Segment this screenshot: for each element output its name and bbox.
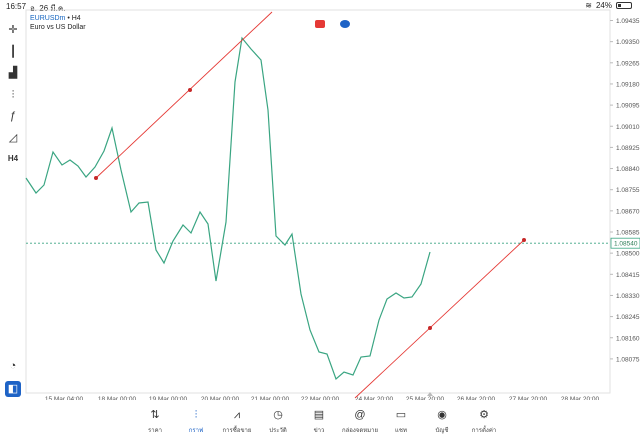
- nav-item-5[interactable]: @ กล่องจดหมาย: [340, 409, 380, 435]
- indicators-icon[interactable]: ⫶: [5, 87, 21, 103]
- function-icon[interactable]: ƒ: [5, 108, 21, 124]
- nav-item-6[interactable]: ▭ แชท: [381, 409, 421, 435]
- nav-item-8[interactable]: ⚙ การตั้งค่า: [464, 409, 504, 435]
- nav-label: การซื้อขาย: [222, 428, 252, 434]
- price-tick-label: 1.09265: [616, 60, 640, 67]
- price-line: [25, 36, 431, 381]
- nav-item-2[interactable]: ⩘ การซื้อขาย: [217, 409, 257, 435]
- price-tick-label: 1.08415: [616, 272, 640, 279]
- nav-label: กล่องจดหมาย: [341, 428, 379, 434]
- nav-label: กราฟ: [188, 428, 204, 434]
- price-tick-label: 1.08245: [616, 314, 640, 321]
- trendline-anchor-point: [428, 326, 432, 330]
- sell-badge-icon[interactable]: [315, 20, 325, 28]
- trendline-anchor-point: [522, 238, 526, 242]
- nav-icon: ⫶: [194, 409, 198, 421]
- nav-label: ประวัติ: [269, 428, 287, 434]
- bar-chart-icon[interactable]: ▟: [5, 65, 21, 81]
- nav-icon: ⚙: [479, 409, 489, 421]
- nav-item-4[interactable]: ▤ ข่าว: [299, 409, 339, 435]
- price-tick-label: 1.08840: [616, 166, 640, 173]
- trade-button-icon[interactable]: ◧: [5, 381, 21, 397]
- price-tick-label: 1.09010: [616, 124, 640, 131]
- price-tick-label: 1.08670: [616, 208, 640, 215]
- nav-icon: @: [354, 409, 366, 421]
- price-tick-label: 1.08075: [616, 356, 640, 363]
- price-tick-label: 1.09350: [616, 39, 640, 46]
- price-tick-label: 1.09095: [616, 103, 640, 110]
- bottom-nav: ⇅ ราคา ⫶ กราฟ ⩘ การซื้อขาย ◷ ประวัติ ▤ ข่าว @ กล่อง…: [0, 400, 640, 447]
- nav-label: แชท: [395, 428, 407, 434]
- chart-gauge-icon[interactable]: ◔: [5, 358, 21, 374]
- trendline-anchor-point: [188, 88, 192, 92]
- plot-frame: [25, 9, 611, 394]
- price-tick-label: 1.08160: [616, 335, 640, 342]
- nav-icon: ⩘: [233, 409, 241, 421]
- nav-icon: ⇅: [150, 409, 160, 421]
- nav-item-3[interactable]: ◷ ประวัติ: [258, 409, 298, 435]
- nav-label: การตั้งค่า: [471, 428, 497, 434]
- trendline-upper: [95, 11, 273, 179]
- price-tick-label: 1.08500: [616, 251, 640, 258]
- trendline-anchor-point: [94, 176, 98, 180]
- price-tick-label: 1.08585: [616, 230, 640, 237]
- symbol-name[interactable]: EURUSDm: [30, 15, 65, 22]
- nav-icon: ◉: [437, 409, 447, 421]
- price-tick-label: 1.08755: [616, 187, 640, 194]
- current-price-label: 1.08540: [614, 241, 638, 248]
- price-chart[interactable]: 1.09435 1.09350 1.09265 1.09180 1.09095 1.090…: [0, 0, 640, 400]
- trendline-lower: [354, 239, 525, 399]
- buy-badge-icon[interactable]: [340, 20, 350, 28]
- price-tick-label: 1.08925: [616, 145, 640, 152]
- price-tick-label: 1.08330: [616, 293, 640, 300]
- price-tick-label: 1.09435: [616, 18, 640, 25]
- price-tick-label: 1.09180: [616, 81, 640, 88]
- nav-icon: ▤: [313, 409, 325, 421]
- candlestick-icon[interactable]: ┃: [5, 44, 21, 60]
- nav-icon: ▭: [395, 409, 407, 421]
- nav-item-1[interactable]: ⫶ กราฟ: [176, 409, 216, 435]
- nav-icon: ◷: [273, 409, 283, 421]
- nav-label: ราคา: [148, 428, 162, 434]
- nav-item-0[interactable]: ⇅ ราคา: [135, 409, 175, 435]
- nav-label: บัญชี: [435, 428, 449, 434]
- timeframe-label[interactable]: H4: [5, 151, 21, 167]
- left-toolbar: ✛ ┃ ▟ ⫶ ƒ ◿ H4: [0, 12, 26, 400]
- objects-icon[interactable]: ◿: [5, 130, 21, 146]
- timeframe-name: H4: [71, 15, 81, 22]
- nav-item-7[interactable]: ◉ บัญชี: [422, 409, 462, 435]
- chart-title: EURUSDm • H4 Euro vs US Dollar: [30, 15, 86, 31]
- crosshair-icon[interactable]: ✛: [5, 22, 21, 38]
- nav-label: ข่าว: [313, 428, 325, 434]
- symbol-description: Euro vs US Dollar: [30, 24, 86, 31]
